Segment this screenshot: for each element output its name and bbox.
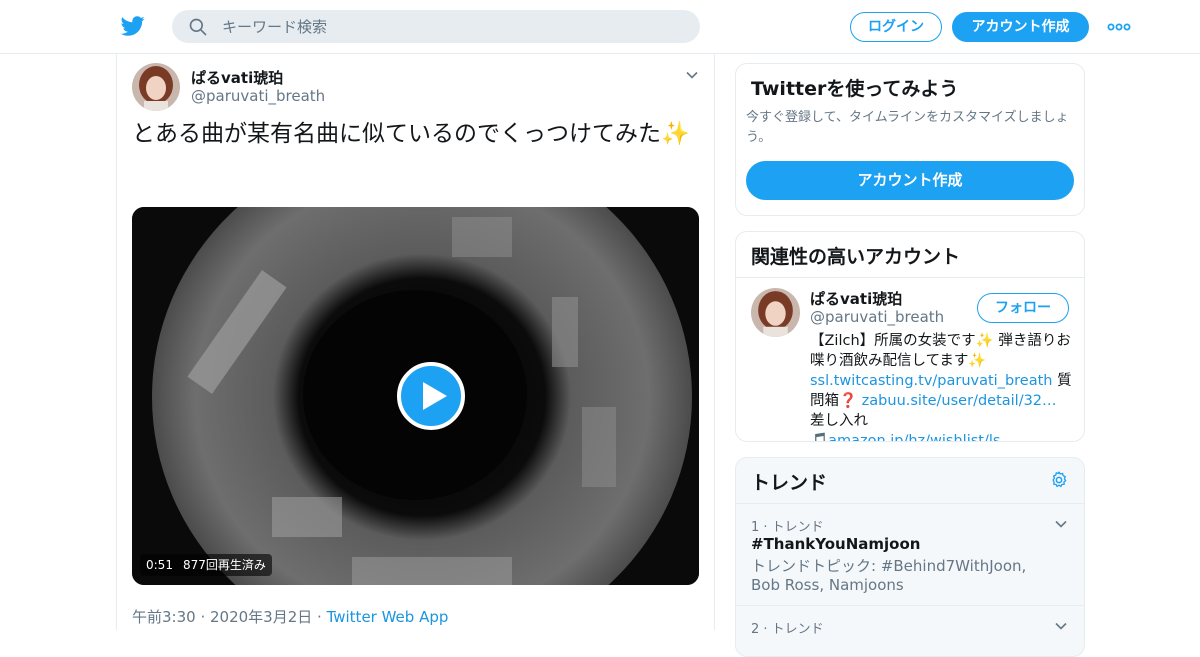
chevron-down-icon[interactable] bbox=[1053, 516, 1069, 532]
trends-card: トレンド 1 · トレンド #ThankYouNamjoon トレンドトピック:… bbox=[735, 457, 1085, 657]
divider bbox=[736, 277, 1084, 278]
related-accounts-title: 関連性の高いアカウント bbox=[751, 246, 961, 268]
trend-meta: 2 · トレンド bbox=[751, 622, 824, 637]
avatar[interactable] bbox=[132, 63, 180, 111]
trend-item[interactable]: 1 · トレンド #ThankYouNamjoon トレンドトピック: #Beh… bbox=[736, 503, 1084, 605]
trend-meta: 1 · トレンド bbox=[751, 520, 824, 535]
top-navigation-bar: ログイン アカウント作成 bbox=[0, 0, 1200, 54]
twitter-bird-icon[interactable] bbox=[120, 14, 146, 38]
search-input[interactable] bbox=[222, 10, 682, 43]
login-button[interactable]: ログイン bbox=[850, 12, 942, 42]
tweet-source-link[interactable]: Twitter Web App bbox=[327, 608, 449, 626]
tweet-text: とある曲が某有名曲に似ているのでくっつけてみた✨ bbox=[132, 121, 690, 147]
search-bar[interactable] bbox=[172, 10, 700, 43]
signup-card-button[interactable]: アカウント作成 bbox=[746, 161, 1074, 200]
trend-name[interactable]: #ThankYouNamjoon bbox=[751, 535, 920, 553]
related-accounts-card: 関連性の高いアカウント ぱるvati琥珀 @paruvati_breath フォ… bbox=[735, 231, 1085, 442]
related-account-name[interactable]: ぱるvati琥珀 bbox=[810, 288, 902, 309]
trends-title: トレンド bbox=[751, 472, 828, 494]
related-account-bio: 【Zilch】所属の女装です✨ 弾き語りお喋り酒飲み配信してます✨ ssl.tw… bbox=[810, 331, 1072, 441]
gear-icon[interactable] bbox=[1049, 470, 1069, 490]
trend-item[interactable]: 2 · トレンド bbox=[736, 605, 1084, 656]
signup-card-description: 今すぐ登録して、タイムラインをカスタマイズしましょう。 bbox=[746, 110, 1069, 145]
play-icon[interactable] bbox=[397, 362, 465, 430]
follow-button[interactable]: フォロー bbox=[977, 293, 1069, 323]
chevron-down-icon[interactable] bbox=[684, 67, 700, 83]
bio-link[interactable]: ssl.twitcasting.tv/paruvati_breath bbox=[810, 373, 1053, 389]
bio-link[interactable]: zabuu.site/user/detail/32… bbox=[862, 393, 1057, 409]
chevron-down-icon[interactable] bbox=[1053, 618, 1069, 634]
video-views: 877回再生済み bbox=[182, 558, 266, 572]
avatar[interactable] bbox=[751, 288, 800, 337]
signup-card: Twitterを使ってみよう 今すぐ登録して、タイムラインをカスタマイズしましょ… bbox=[735, 63, 1085, 216]
video-player[interactable]: 0:51 877回再生済み bbox=[132, 207, 699, 585]
signup-button[interactable]: アカウント作成 bbox=[952, 12, 1089, 42]
more-dots-icon[interactable] bbox=[1106, 18, 1132, 36]
tweet-timestamp: 午前3:30 · 2020年3月2日 · Twitter Web App bbox=[132, 606, 448, 627]
signup-card-title: Twitterを使ってみよう bbox=[751, 78, 959, 100]
tweet: ぱるvati琥珀 @paruvati_breath とある曲が某有名曲に似ている… bbox=[116, 54, 715, 630]
author-name[interactable]: ぱるvati琥珀 bbox=[191, 67, 283, 88]
tweet-date[interactable]: 午前3:30 · 2020年3月2日 · bbox=[132, 608, 327, 626]
bio-link[interactable]: amazon.jp/hz/wishlist/ls… bbox=[828, 433, 1015, 441]
video-meta: 0:51 877回再生済み bbox=[140, 554, 272, 576]
bio-text: 【Zilch】所属の女装です✨ 弾き語りお喋り酒飲み配信してます✨ bbox=[810, 333, 1071, 369]
video-duration: 0:51 bbox=[146, 558, 173, 572]
trend-topic: トレンドトピック: #Behind7WithJoon, Bob Ross, Na… bbox=[751, 557, 1027, 594]
related-account-handle[interactable]: @paruvati_breath bbox=[810, 308, 944, 326]
author-handle[interactable]: @paruvati_breath bbox=[191, 87, 325, 105]
search-icon bbox=[189, 18, 207, 36]
